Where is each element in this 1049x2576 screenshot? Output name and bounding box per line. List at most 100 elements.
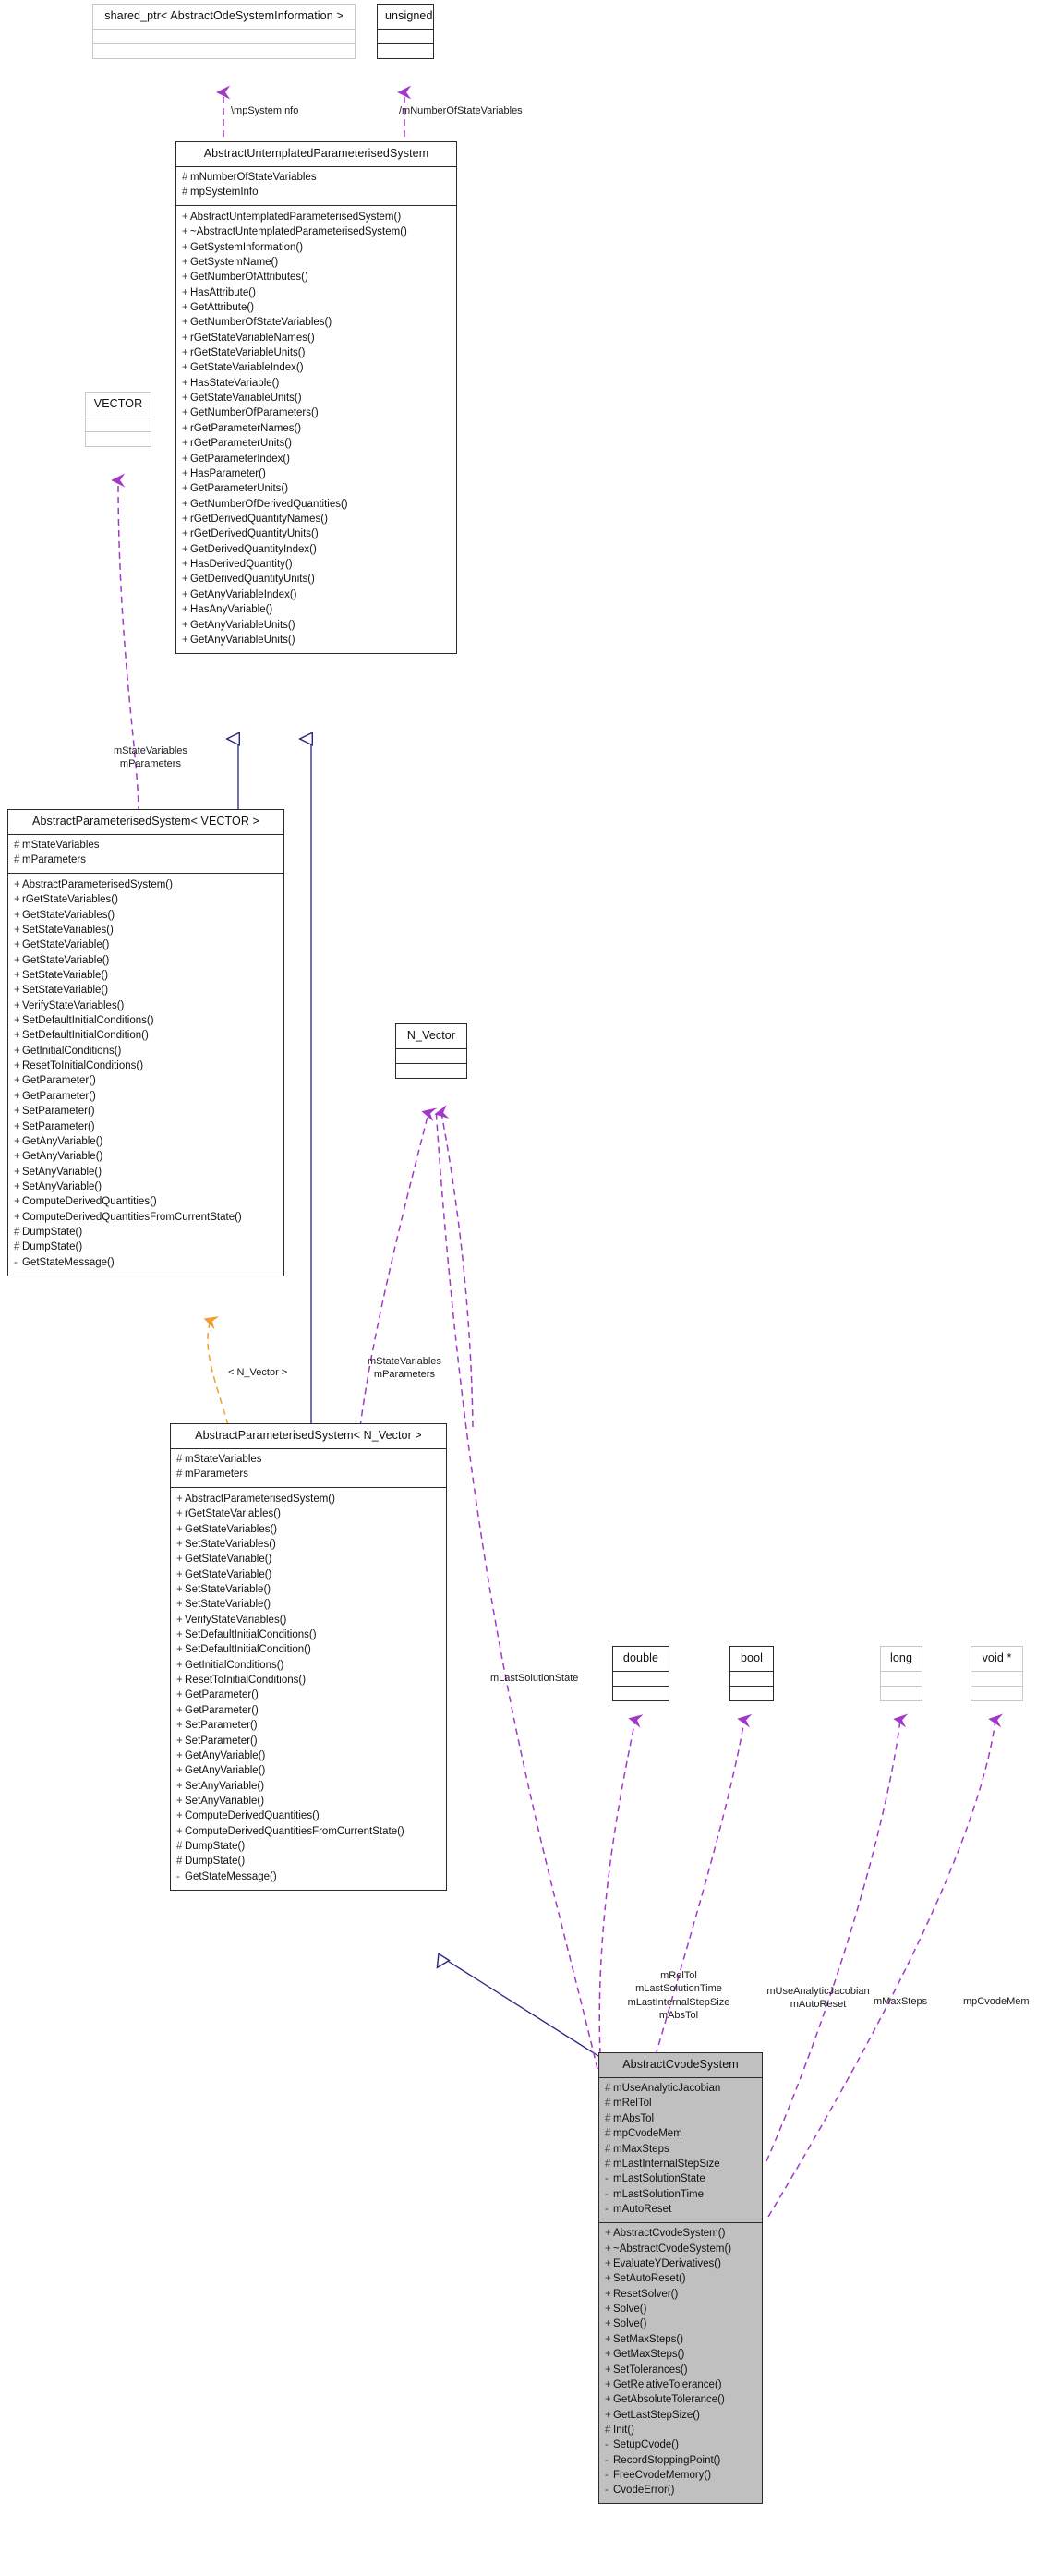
visibility-marker: + — [182, 543, 188, 555]
member-row: + GetAnyVariableIndex() — [181, 587, 452, 602]
member-row: + rGetParameterUnits() — [181, 437, 452, 452]
member-row: + GetAnyVariableUnits() — [181, 633, 452, 647]
node-void-pointer[interactable]: void * — [971, 1646, 1023, 1701]
member-row: + SetParameter() — [175, 1719, 442, 1734]
node-unsigned[interactable]: unsigned — [377, 4, 434, 59]
node-title: AbstractUntemplatedParameterisedSystem — [203, 147, 429, 160]
edge-label-bool-group: mUseAnalyticJacobian mAutoReset — [766, 1986, 870, 2011]
member-row: - SetupCvode() — [604, 2438, 758, 2453]
member-row: + GetParameter() — [175, 1688, 442, 1703]
visibility-marker: + — [605, 2258, 611, 2270]
member-row: + ComputeDerivedQuantities() — [175, 1809, 442, 1824]
node-title: AbstractCvodeSystem — [622, 2058, 739, 2071]
attributes-compartment — [881, 1672, 922, 1686]
edge-voidptr-cvode — [767, 1713, 1004, 2218]
member-row: # DumpState() — [13, 1240, 280, 1255]
visibility-marker: + — [182, 619, 188, 631]
node-vector[interactable]: VECTOR — [85, 392, 151, 447]
visibility-marker: + — [605, 2304, 611, 2316]
visibility-marker: + — [176, 1720, 183, 1732]
visibility-marker: + — [605, 2318, 611, 2330]
visibility-marker: - — [605, 2485, 609, 2497]
node-shared-ptr-abstractodesysteminformation[interactable]: shared_ptr< AbstractOdeSystemInformation… — [92, 4, 356, 59]
visibility-marker: + — [605, 2409, 611, 2421]
operations-compartment: + AbstractCvodeSystem() + ~AbstractCvodeSys… — [599, 2223, 762, 2503]
member-row: + GetStateVariableUnits() — [181, 392, 452, 406]
member-row: + rGetDerivedQuantityUnits() — [181, 527, 452, 542]
visibility-marker: + — [176, 1689, 183, 1701]
member-row: # mNumberOfStateVariables — [181, 171, 452, 186]
member-row: + GetLastStepSize() — [604, 2408, 758, 2423]
node-abstractparameterisedsystem-nvector[interactable]: AbstractParameterisedSystem< N_Vector > … — [170, 1423, 447, 1891]
member-row: + GetStateVariable() — [13, 938, 280, 953]
member-row: # DumpState() — [175, 1855, 442, 1869]
visibility-marker: + — [176, 1675, 183, 1687]
edge-label-mpcvodemem: mpCvodeMem — [963, 1996, 1030, 2007]
member-row: + GetAnyVariable() — [13, 1134, 280, 1149]
visibility-marker: + — [182, 574, 188, 586]
member-row: + SetAutoReset() — [604, 2272, 758, 2287]
node-abstractcvodesystem[interactable]: AbstractCvodeSystem # mUseAnalyticJacobia… — [598, 2052, 763, 2505]
visibility-marker: + — [14, 878, 20, 890]
member-row: + HasAttribute() — [181, 285, 452, 300]
member-row: + VerifyStateVariables() — [175, 1613, 442, 1627]
member-row: - CvodeError() — [604, 2484, 758, 2498]
visibility-marker: + — [14, 954, 20, 966]
visibility-marker: - — [176, 1870, 180, 1882]
member-row: + GetNumberOfAttributes() — [181, 271, 452, 285]
visibility-marker: + — [176, 1796, 183, 1807]
member-row: + GetRelativeTolerance() — [604, 2377, 758, 2392]
member-row: # Init() — [604, 2423, 758, 2437]
visibility-marker: + — [182, 211, 188, 223]
node-n-vector[interactable]: N_Vector — [395, 1023, 467, 1079]
visibility-marker: + — [14, 1045, 20, 1057]
operations-compartment: + AbstractUntemplatedParameterisedSystem(… — [176, 206, 456, 652]
node-double[interactable]: double — [612, 1646, 669, 1701]
visibility-marker: + — [14, 1135, 20, 1147]
node-abstractparameterisedsystem-vector[interactable]: AbstractParameterisedSystem< VECTOR > # m… — [7, 809, 284, 1276]
operations-compartment — [881, 1687, 922, 1700]
edge-nvector-params — [434, 1105, 474, 1428]
visibility-marker: + — [14, 1211, 20, 1223]
visibility-marker: + — [605, 2333, 611, 2345]
visibility-marker: + — [182, 559, 188, 571]
node-title: unsigned — [385, 9, 433, 22]
visibility-marker: + — [176, 1583, 183, 1595]
member-row: # mpSystemInfo — [181, 186, 452, 200]
member-row: # mParameters — [175, 1468, 442, 1482]
node-abstractuntemplatedparameterisedsystem[interactable]: AbstractUntemplatedParameterisedSystem #… — [175, 141, 457, 654]
member-row: + GetStateVariables() — [175, 1522, 442, 1537]
visibility-marker: + — [176, 1599, 183, 1611]
visibility-marker: + — [14, 1151, 20, 1163]
member-row: + rGetDerivedQuantityNames() — [181, 512, 452, 526]
attributes-compartment: # mUseAnalyticJacobian # mRelTol # mAbsTol # mp… — [599, 2078, 762, 2222]
attributes-compartment — [396, 1049, 466, 1063]
visibility-marker: + — [14, 1181, 20, 1192]
member-row: + HasAnyVariable() — [181, 603, 452, 618]
operations-compartment — [971, 1687, 1022, 1700]
member-row: # mLastInternalStepSize — [604, 2157, 758, 2171]
edge-label-mpsysteminfo: \mpSystemInfo — [231, 105, 299, 116]
visibility-marker: - — [605, 2203, 609, 2215]
visibility-marker: + — [176, 1629, 183, 1641]
member-row: + SetStateVariables() — [175, 1537, 442, 1552]
visibility-marker: + — [176, 1554, 183, 1566]
member-row: + GetParameter() — [175, 1703, 442, 1718]
edge-layer — [111, 85, 1004, 2218]
visibility-marker: # — [176, 1841, 183, 1853]
node-bool[interactable]: bool — [729, 1646, 774, 1701]
operations-compartment: + AbstractParameterisedSystem() + rGetState… — [8, 874, 283, 1275]
operations-compartment — [93, 44, 355, 58]
visibility-marker: + — [182, 286, 188, 298]
visibility-marker: - — [14, 1256, 18, 1268]
edge-template-nvector — [203, 1316, 229, 1426]
edge-label-nvector-statevars-params: mStateVariables mParameters — [368, 1356, 441, 1381]
attributes-compartment — [93, 30, 355, 43]
visibility-marker: + — [176, 1568, 183, 1580]
member-row: + rGetStateVariables() — [175, 1507, 442, 1522]
member-row: # mParameters — [13, 853, 280, 868]
member-row: + Solve() — [604, 2317, 758, 2332]
member-row: + SetParameter() — [175, 1734, 442, 1748]
operations-compartment — [396, 1064, 466, 1078]
node-long[interactable]: long — [880, 1646, 922, 1701]
